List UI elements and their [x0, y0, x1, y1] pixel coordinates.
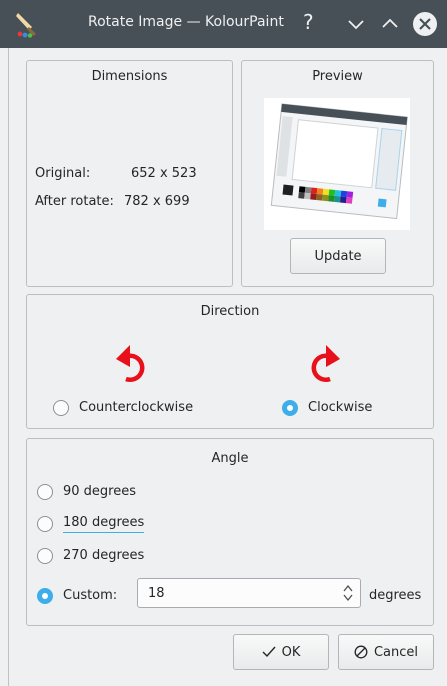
- custom-angle-label[interactable]: Custom:: [63, 588, 117, 603]
- angle-180-radio[interactable]: [37, 516, 53, 532]
- minimize-icon[interactable]: [344, 12, 368, 36]
- window-title: Rotate Image — KolourPaint: [88, 14, 284, 30]
- update-button[interactable]: Update: [290, 238, 386, 274]
- maximize-icon[interactable]: [378, 12, 402, 36]
- clockwise-label[interactable]: Clockwise: [308, 400, 372, 415]
- cancel-button[interactable]: Cancel: [338, 634, 434, 670]
- after-rotate-value: 782 x 699: [124, 194, 190, 209]
- custom-angle-radio[interactable]: [37, 588, 53, 604]
- clockwise-radio[interactable]: [282, 400, 298, 416]
- direction-title: Direction: [200, 304, 260, 319]
- angle-270-radio[interactable]: [37, 548, 53, 564]
- cancel-icon: [354, 645, 368, 659]
- after-rotate-label: After rotate:: [35, 194, 114, 209]
- ok-button[interactable]: OK: [233, 634, 329, 670]
- angle-90-label[interactable]: 90 degrees: [63, 484, 136, 499]
- close-icon[interactable]: [413, 12, 437, 36]
- counterclockwise-label[interactable]: Counterclockwise: [79, 400, 193, 415]
- original-value: 652 x 523: [131, 166, 197, 181]
- help-button[interactable]: ?: [303, 10, 327, 34]
- angle-270-label[interactable]: 270 degrees: [63, 548, 144, 563]
- title-bar: Rotate Image — KolourPaint ?: [0, 0, 447, 48]
- rotate-counterclockwise-icon[interactable]: [110, 337, 150, 387]
- check-icon: [262, 646, 276, 658]
- counterclockwise-radio[interactable]: [53, 400, 69, 416]
- preview-title: Preview: [312, 69, 363, 84]
- dimensions-title: Dimensions: [91, 69, 168, 84]
- ok-label: OK: [281, 644, 301, 660]
- preview-thumbnail: [264, 98, 410, 230]
- rotate-clockwise-icon[interactable]: [306, 337, 346, 387]
- angle-180-label[interactable]: 180 degrees: [63, 515, 145, 533]
- custom-angle-value[interactable]: 18: [148, 586, 165, 601]
- spin-arrows-icon[interactable]: [342, 583, 354, 603]
- degrees-unit-label: degrees: [369, 588, 422, 603]
- angle-title: Angle: [211, 451, 249, 466]
- angle-90-radio[interactable]: [37, 484, 53, 500]
- original-label: Original:: [35, 166, 91, 181]
- custom-angle-spinbox[interactable]: 18: [137, 578, 361, 608]
- cancel-label: Cancel: [373, 644, 419, 660]
- kolourpaint-app-icon: [16, 13, 36, 38]
